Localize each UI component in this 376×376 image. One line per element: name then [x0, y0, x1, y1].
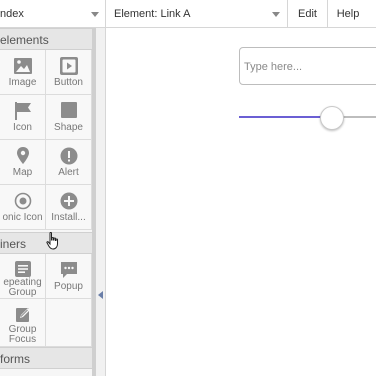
palette-collapse-handle[interactable]: [96, 28, 106, 376]
palette-item-label: Install...: [51, 212, 86, 223]
edit-menu-label: Edit: [298, 8, 317, 20]
map-pin-icon: [16, 147, 29, 164]
text-input-element[interactable]: Type here...: [239, 47, 376, 85]
section-title: iners: [0, 237, 27, 251]
element-palette: elements Image Button Icon Shape Map Ale…: [0, 28, 92, 376]
page-dropdown[interactable]: ndex: [0, 0, 106, 28]
section-header-elements[interactable]: elements: [0, 28, 92, 50]
element-dropdown-label: Element: Link A: [114, 8, 191, 20]
ionic-icon: [14, 192, 31, 210]
palette-empty-cell: [46, 299, 92, 347]
chevron-down-icon: [91, 12, 99, 17]
palette-item-ionic-icon[interactable]: onic Icon: [0, 185, 46, 230]
top-bar: ndex Element: Link A Edit Help: [0, 0, 376, 28]
palette-item-button[interactable]: Button: [46, 50, 92, 95]
palette-item-label: Map: [12, 167, 33, 178]
palette-item-image[interactable]: Image: [0, 50, 46, 95]
edit-menu[interactable]: Edit: [288, 0, 328, 28]
palette-item-label: onic Icon: [2, 212, 43, 223]
square-icon: [60, 102, 77, 118]
palette-item-install[interactable]: Install...: [46, 185, 92, 230]
collapse-arrow-icon[interactable]: [98, 291, 103, 299]
palette-item-map[interactable]: Map: [0, 140, 46, 185]
palette-item-icon[interactable]: Icon: [0, 95, 46, 140]
section-title: elements: [0, 33, 49, 47]
slider-thumb[interactable]: [320, 106, 344, 130]
hand-cursor-icon: [46, 232, 58, 250]
palette-item-label: Image: [8, 77, 37, 88]
section-title: forms: [0, 352, 30, 366]
section-header-forms[interactable]: forms: [0, 347, 92, 369]
chat-icon: [60, 262, 77, 278]
palette-item-alert[interactable]: Alert: [46, 140, 92, 185]
palette-item-popup[interactable]: Popup: [46, 254, 92, 299]
help-menu-label: Help: [336, 8, 360, 20]
palette-item-repeating-group[interactable]: epeating Group: [0, 254, 46, 299]
palette-item-label: Icon: [13, 122, 32, 133]
alert-icon: [60, 147, 77, 165]
palette-item-label-line2: Group: [8, 287, 37, 298]
edit-icon: [15, 308, 30, 322]
page-dropdown-label: ndex: [0, 8, 24, 20]
chevron-down-icon: [272, 12, 280, 17]
image-icon: [13, 58, 32, 74]
palette-item-label: Alert: [58, 167, 79, 178]
palette-item-label: Shape: [54, 122, 83, 133]
palette-item-label-line2: Focus: [8, 334, 37, 345]
slider-track-filled[interactable]: [239, 116, 332, 118]
palette-item-label: Button: [54, 77, 83, 88]
help-menu[interactable]: Help: [328, 0, 368, 28]
palette-item-label: Popup: [54, 281, 83, 292]
input-placeholder: Type here...: [244, 61, 303, 73]
plus-circle-icon: [60, 192, 77, 210]
flag-icon: [14, 102, 31, 120]
palette-item-group-focus[interactable]: Group Focus: [0, 299, 46, 347]
element-dropdown[interactable]: Element: Link A: [106, 0, 288, 28]
palette-item-shape[interactable]: Shape: [46, 95, 92, 140]
button-icon: [59, 57, 78, 75]
